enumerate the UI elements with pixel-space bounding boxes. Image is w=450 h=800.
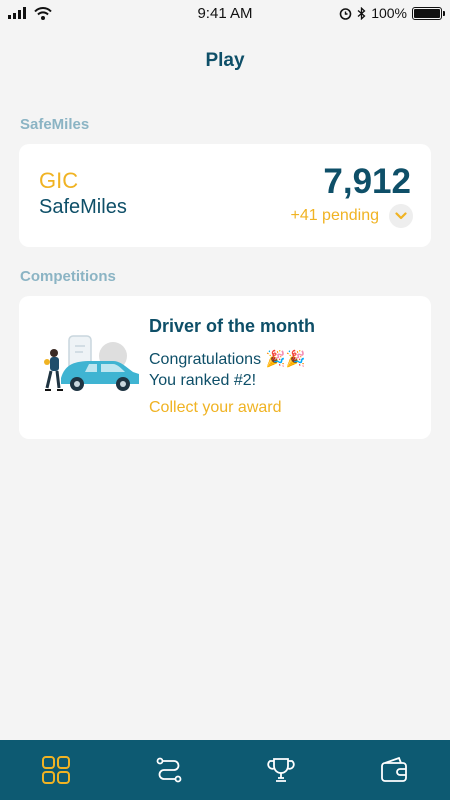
battery-percent: 100% bbox=[371, 5, 407, 21]
competition-message-line1: Congratulations 🎉🎉 bbox=[149, 351, 306, 368]
competitions-section-label: Competitions bbox=[20, 268, 116, 285]
page-title: Play bbox=[205, 50, 245, 71]
competition-message-line2: You ranked #2! bbox=[149, 372, 257, 389]
wifi-icon bbox=[34, 6, 52, 20]
battery-icon bbox=[412, 6, 445, 20]
safemiles-points: 7,912 bbox=[323, 162, 411, 201]
tab-trips[interactable] bbox=[139, 740, 199, 800]
route-icon bbox=[156, 757, 182, 783]
driver-car-illustration bbox=[44, 335, 139, 391]
alarm-icon bbox=[339, 7, 352, 20]
pending-row: +41 pending bbox=[290, 204, 413, 228]
grid-icon bbox=[42, 756, 71, 784]
collect-award-link[interactable]: Collect your award bbox=[149, 399, 315, 417]
expand-pending-button[interactable] bbox=[389, 204, 413, 228]
status-bar: 9:41 AM 100% bbox=[0, 0, 450, 26]
competition-title: Driver of the month bbox=[149, 316, 316, 336]
competition-text: Driver of the month Congratulations 🎉🎉 Y… bbox=[149, 316, 315, 417]
safemiles-brand-block: GIC SafeMiles bbox=[39, 168, 127, 220]
safemiles-name: SafeMiles bbox=[39, 196, 127, 218]
signal-icon bbox=[8, 7, 26, 19]
status-right: 100% bbox=[339, 5, 445, 21]
tab-bar bbox=[0, 740, 450, 800]
safemiles-brand: GIC bbox=[39, 168, 79, 193]
pending-points: +41 pending bbox=[290, 207, 379, 224]
wallet-icon bbox=[380, 756, 407, 782]
safemiles-section-label: SafeMiles bbox=[20, 116, 90, 133]
status-left bbox=[8, 6, 52, 20]
tab-dashboard[interactable] bbox=[26, 740, 86, 800]
competition-card[interactable]: Driver of the month Congratulations 🎉🎉 Y… bbox=[19, 296, 431, 439]
trophy-icon bbox=[267, 758, 295, 782]
tab-wallet[interactable] bbox=[364, 740, 424, 800]
bluetooth-icon bbox=[357, 6, 366, 20]
tab-rewards[interactable] bbox=[251, 740, 311, 800]
chevron-down-icon bbox=[395, 212, 407, 220]
safemiles-card[interactable]: GIC SafeMiles 7,912 +41 pending bbox=[19, 144, 431, 247]
